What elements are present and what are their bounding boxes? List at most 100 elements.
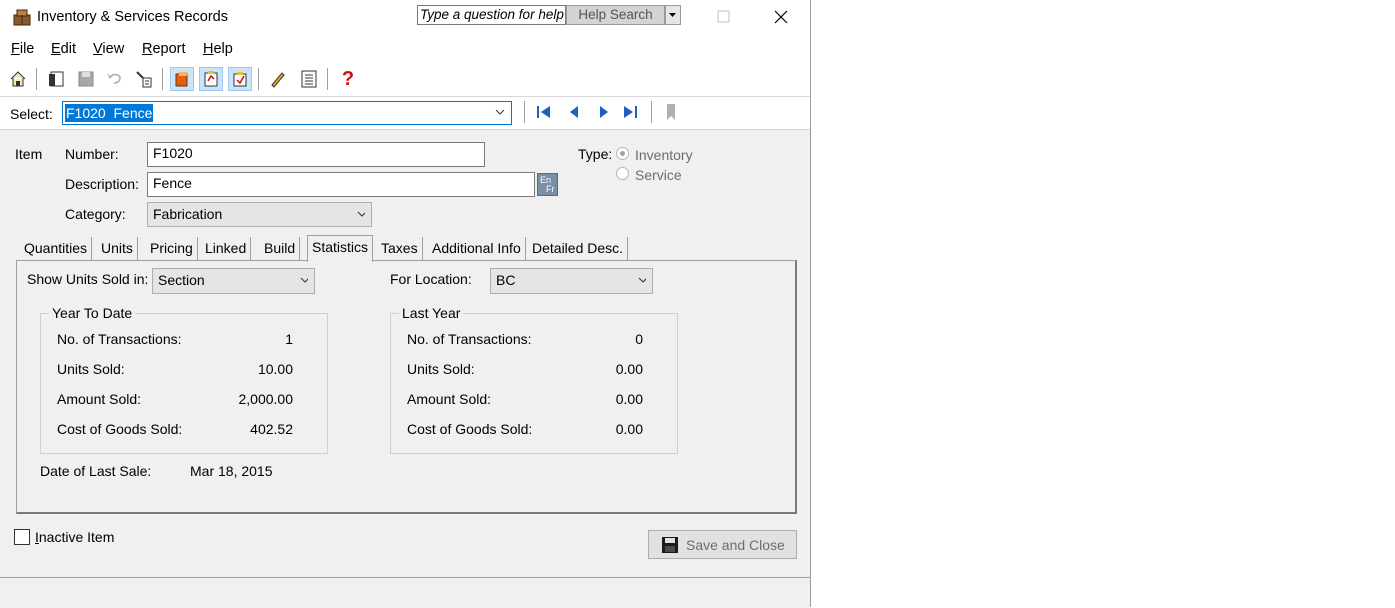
toolbar-separator [258,68,259,90]
tab-additional-info[interactable]: Additional Info [428,237,526,261]
inactive-item-label: Inactive Item [35,529,115,545]
description-label: Description: [65,176,139,192]
calculator-icon[interactable] [297,67,321,91]
select-bar: Select: F1020 Fence [0,97,810,130]
previous-record-icon[interactable] [566,104,582,120]
tab-statistics[interactable]: Statistics [307,235,374,262]
help-icon[interactable]: ? [336,67,360,91]
app-icon [13,9,31,26]
menu-report[interactable]: Report [142,41,186,57]
tab-build[interactable]: Build [260,237,301,261]
type-label: Type: [578,146,613,162]
location-value: BC [496,272,516,288]
nav-separator [524,101,525,123]
save-icon[interactable] [74,67,98,91]
last-sale-label: Date of Last Sale: [40,463,152,479]
window-title: Inventory & Services Records [37,9,228,25]
category-value: Fabrication [153,206,223,222]
inventory-window: Inventory & Services Records Type a ques… [0,0,811,608]
ytd-amount-label: Amount Sold: [57,391,142,407]
category-label: Category: [65,206,126,222]
help-dropdown-button[interactable] [665,5,681,25]
status-bar [0,577,810,608]
toolbar-separator [36,68,37,90]
category-select[interactable]: Fabrication [147,202,372,227]
ly-units-label: Units Sold: [407,361,475,377]
tab-taxes[interactable]: Taxes [377,237,423,261]
ly-amount-value: 0.00 [615,391,643,407]
toolbar: ? [0,62,810,97]
menu-view[interactable]: View [93,41,124,57]
select-combobox[interactable]: F1020 Fence [62,101,512,125]
show-units-select[interactable]: Section [152,268,315,294]
type-service-radio[interactable] [616,167,629,180]
toolbar-separator [327,68,328,90]
inactive-item-checkbox[interactable] [14,529,30,545]
last-sale-value: Mar 18, 2015 [190,463,273,479]
tab-quantities[interactable]: Quantities [20,237,93,261]
location-select[interactable]: BC [490,268,653,294]
save-and-close-label: Save and Close [686,537,785,553]
show-units-label: Show Units Sold in: [27,271,149,287]
title-bar: Inventory & Services Records Type a ques… [0,0,810,34]
help-search-button[interactable]: Help Search [566,5,665,25]
next-record-icon[interactable] [596,104,612,120]
edit-icon[interactable] [266,67,290,91]
notes-icon[interactable] [199,67,223,91]
ly-cogs-value: 0.00 [615,421,643,437]
ly-units-value: 0.00 [615,361,643,377]
undo-icon[interactable] [103,67,127,91]
menu-file[interactable]: File [11,41,34,57]
show-units-value: Section [158,272,205,288]
inventory-icon[interactable] [170,67,194,91]
toolbar-separator [162,68,163,90]
ytd-cogs-value: 402.52 [250,421,293,437]
select-label: Select: [10,106,53,122]
lang-fr-label: Fr [546,184,555,194]
save-and-close-button[interactable]: Save and Close [648,530,797,559]
home-icon[interactable] [6,67,30,91]
dropdown-arrow-icon [669,13,676,17]
chevron-down-icon [495,109,505,115]
chevron-down-icon [357,211,365,217]
close-icon[interactable] [773,9,789,25]
chevron-down-icon [300,277,308,283]
last-year-group: Last Year No. of Transactions: 0 Units S… [390,305,678,454]
chevron-down-icon [638,277,646,283]
language-toggle-button[interactable]: En Fr [537,173,558,196]
tab-detailed-desc[interactable]: Detailed Desc. [528,237,629,261]
ly-transactions-value: 0 [635,331,643,347]
menu-help[interactable]: Help [203,41,233,57]
tab-pricing[interactable]: Pricing [146,237,198,261]
ytd-amount-value: 2,000.00 [238,391,294,407]
nav-separator [651,101,652,123]
save-icon [662,537,678,553]
remove-icon[interactable] [132,67,156,91]
ytd-units-label: Units Sold: [57,361,125,377]
bookmark-icon[interactable] [663,103,679,121]
ytd-transactions-value: 1 [285,331,293,347]
year-to-date-group: Year To Date No. of Transactions: 1 Unit… [40,305,328,454]
open-icon[interactable] [45,67,69,91]
ytd-units-value: 10.00 [257,361,293,377]
statistics-panel: Show Units Sold in: Section For Location… [16,260,797,514]
number-input[interactable]: F1020 [147,142,485,167]
tab-units[interactable]: Units [97,237,138,261]
help-question-input[interactable]: Type a question for help [417,5,566,25]
first-record-icon[interactable] [535,104,553,120]
ly-cogs-label: Cost of Goods Sold: [407,421,533,437]
type-inventory-radio[interactable] [616,147,629,160]
menu-edit[interactable]: Edit [51,41,76,57]
type-inventory-label: Inventory [635,147,693,163]
maximize-icon[interactable] [717,10,731,24]
last-year-title: Last Year [399,305,464,321]
description-input[interactable]: Fence [147,172,535,197]
last-record-icon[interactable] [622,104,640,120]
ytd-cogs-label: Cost of Goods Sold: [57,421,183,437]
select-value: F1020 Fence [65,104,154,122]
tab-linked[interactable]: Linked [201,237,252,261]
ytd-transactions-label: No. of Transactions: [57,331,182,347]
calendar-icon[interactable] [228,67,252,91]
ly-transactions-label: No. of Transactions: [407,331,532,347]
type-service-label: Service [635,167,682,183]
